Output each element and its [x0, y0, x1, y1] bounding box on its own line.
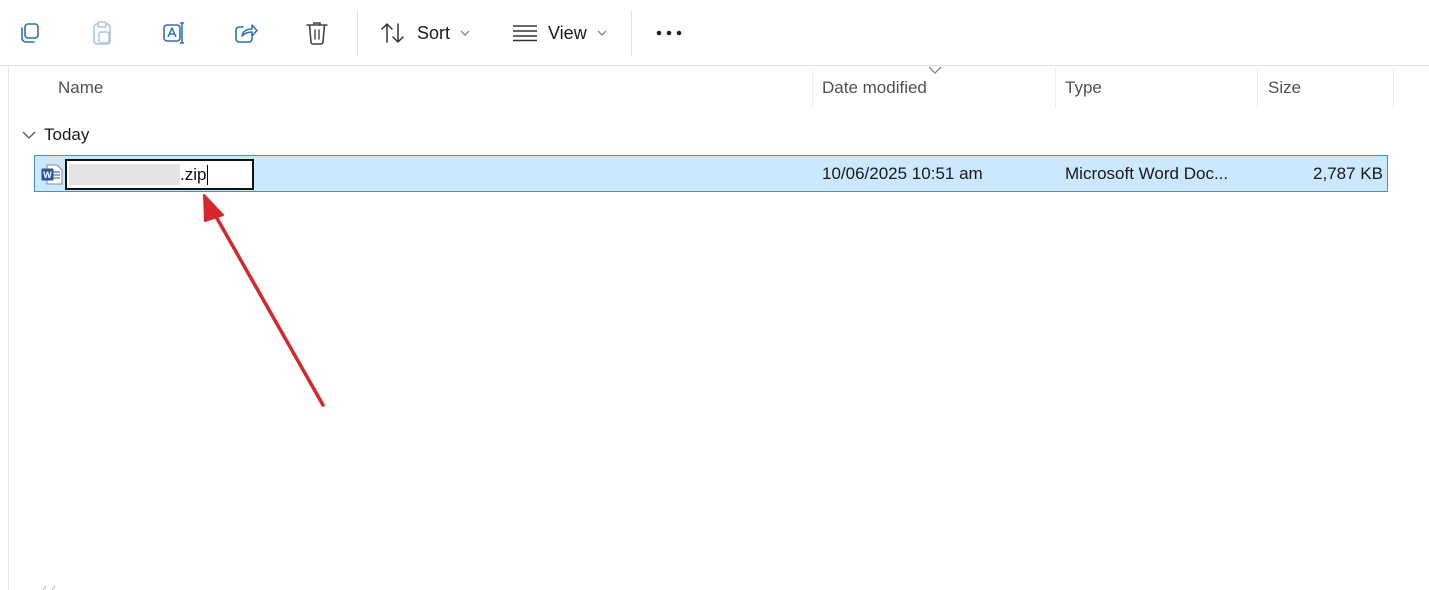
scroll-indicator	[42, 585, 56, 590]
annotation-arrow	[203, 194, 325, 407]
